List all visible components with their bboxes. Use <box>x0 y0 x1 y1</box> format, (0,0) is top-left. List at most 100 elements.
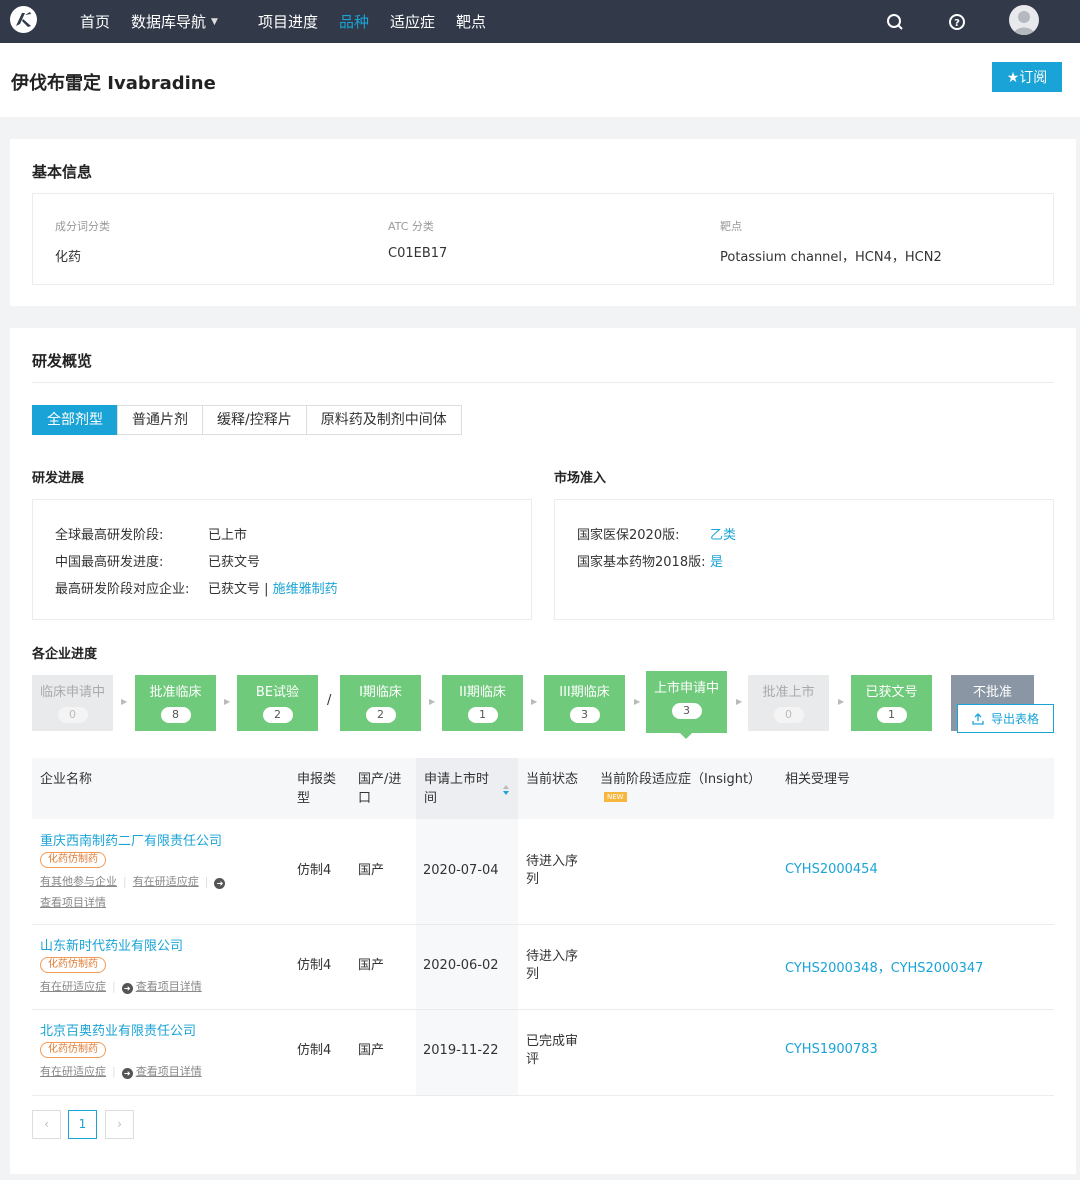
col-company: 企业名称 <box>40 772 93 787</box>
search-icon[interactable] <box>885 12 905 32</box>
stage-count: 3 <box>569 707 600 723</box>
kv-row: 全球最高研发阶段: 已上市 <box>55 524 247 543</box>
col-type: 申报类型 <box>297 772 337 806</box>
export-table-button[interactable]: 导出表格 <box>957 704 1054 733</box>
chevron-right-icon: ▶ <box>736 697 743 706</box>
cell-date: 2019-11-22 <box>423 1043 499 1058</box>
page-button[interactable]: 1 <box>68 1110 97 1139</box>
cell-type: 仿制4 <box>297 863 332 878</box>
divider <box>32 382 1054 383</box>
tab-tablet[interactable]: 普通片剂 <box>117 405 203 435</box>
stage-count: 1 <box>467 707 498 723</box>
other-companies-link[interactable]: 有其他参与企业 <box>40 875 117 888</box>
project-detail-link[interactable]: 查看项目详情 <box>136 980 202 993</box>
kv-key: 国家医保2020版: <box>577 528 680 543</box>
sort-icon[interactable] <box>502 784 510 796</box>
company-link[interactable]: 山东新时代药业有限公司 <box>40 935 183 954</box>
nav-database[interactable]: 数据库导航 ▼ <box>131 11 218 32</box>
cell-status: 待进入序列 <box>526 854 579 887</box>
kv-key: 全球最高研发阶段: <box>55 528 164 543</box>
chevron-right-icon: ▶ <box>121 697 128 706</box>
col-date[interactable]: 申请上市时间 <box>424 770 496 808</box>
info-label: 靶点 <box>720 220 742 233</box>
tab-extended-release[interactable]: 缓释/控释片 <box>202 405 307 435</box>
subscribe-button[interactable]: ★订阅 <box>992 62 1062 92</box>
tab-api-intermediate[interactable]: 原料药及制剂中间体 <box>305 405 462 435</box>
company-link[interactable]: 施维雅制药 <box>273 582 338 597</box>
stage-approval-number[interactable]: 已获文号 1 <box>851 675 932 731</box>
insurance-link[interactable]: 乙类 <box>710 524 736 543</box>
cell-regno[interactable]: CYHS2000454 <box>785 862 878 877</box>
info-field: ATC 分类 C01EB17 <box>388 218 447 261</box>
table-row: 北京百奥药业有限责任公司 化药仿制药 有在研适应症 | ➜ 查看项目详情 仿制4 国产… <box>32 1010 1054 1096</box>
export-label: 导出表格 <box>990 712 1039 726</box>
stage-marketing-application[interactable]: 上市申请中 3 <box>646 671 727 739</box>
project-detail-link[interactable]: 查看项目详情 <box>136 1065 202 1078</box>
stage-pipeline: 临床申请中 0 ▶ 批准临床 8 ▶ BE试验 2 / I期临床 2 ▶ II期… <box>32 671 1054 739</box>
page-header: 伊伐布雷定 Ivabradine <box>0 43 1080 117</box>
svg-text:?: ? <box>954 18 960 29</box>
logo-icon[interactable] <box>10 6 37 33</box>
drug-type-tag: 化药仿制药 <box>40 957 106 973</box>
user-avatar[interactable] <box>1009 5 1039 35</box>
nav-home[interactable]: 首页 <box>80 11 110 32</box>
stage-label: 不批准 <box>972 685 1012 700</box>
info-value: 化药 <box>55 250 82 265</box>
info-field: 成分词分类 化药 <box>55 218 110 265</box>
market-access-title: 市场准入 <box>554 471 607 486</box>
info-value: C01EB17 <box>388 246 448 261</box>
cell-regno[interactable]: CYHS1900783 <box>785 1042 878 1057</box>
main-menu: 首页 数据库导航 ▼ 项目进度 品种 适应症 靶点 <box>80 0 507 43</box>
stage-label: 临床申请中 <box>39 685 105 700</box>
col-origin: 国产/进口 <box>358 772 402 806</box>
nav-target[interactable]: 靶点 <box>456 11 486 32</box>
stage-phase-2[interactable]: II期临床 1 <box>442 675 523 731</box>
row-actions: 有在研适应症 | ➜ 查看项目详情 <box>40 1061 285 1082</box>
stage-be-trial[interactable]: BE试验 2 <box>237 675 318 731</box>
company-link[interactable]: 北京百奥药业有限责任公司 <box>40 1020 196 1039</box>
cell-regno[interactable]: CYHS2000348，CYHS2000347 <box>785 957 983 976</box>
cell-date: 2020-06-02 <box>423 958 499 973</box>
cell-origin: 国产 <box>358 863 385 878</box>
arrow-circle-icon: ➜ <box>214 878 226 889</box>
nav-indication[interactable]: 适应症 <box>390 11 435 32</box>
col-indication: 当前阶段适应症（Insight） <box>600 772 762 787</box>
stage-marketing-approved[interactable]: 批准上市 0 <box>748 675 829 731</box>
cell-origin: 国产 <box>358 958 385 973</box>
new-badge: NEW <box>604 792 627 802</box>
nav-variety[interactable]: 品种 <box>339 11 369 32</box>
stage-label: 上市申请中 <box>653 681 719 696</box>
separator: | <box>112 980 116 993</box>
stage-clinical-application[interactable]: 临床申请中 0 <box>32 675 113 731</box>
nav-project-progress[interactable]: 项目进度 <box>258 11 318 32</box>
stage-count: 0 <box>773 707 804 723</box>
stage-phase-1[interactable]: I期临床 2 <box>340 675 421 731</box>
prev-page-button[interactable]: ‹ <box>32 1110 61 1139</box>
essential-drug-link[interactable]: 是 <box>710 551 723 570</box>
market-access-box: 国家医保2020版: 乙类 国家基本药物2018版: 是 <box>554 499 1054 620</box>
help-icon[interactable]: ? <box>947 12 967 32</box>
indications-link[interactable]: 有在研适应症 <box>133 875 199 888</box>
kv-key: 最高研发阶段对应企业: <box>55 582 190 597</box>
kv-row: 国家基本药物2018版: 是 <box>577 551 723 570</box>
indications-link[interactable]: 有在研适应症 <box>40 1065 106 1078</box>
indications-link[interactable]: 有在研适应症 <box>40 980 106 993</box>
stage-label: 批准上市 <box>762 685 815 700</box>
stage-clinical-approved[interactable]: 批准临床 8 <box>135 675 216 731</box>
next-page-button[interactable]: › <box>105 1110 134 1139</box>
tab-all-dosage[interactable]: 全部剂型 <box>32 405 118 435</box>
kv-value: 已上市 <box>208 528 248 543</box>
kv-row: 国家医保2020版: 乙类 <box>577 524 736 543</box>
stage-count: 2 <box>262 707 293 723</box>
stage-phase-3[interactable]: III期临床 3 <box>544 675 625 731</box>
nav-label: 首页 <box>80 13 111 31</box>
project-detail-link[interactable]: 查看项目详情 <box>40 896 106 909</box>
dosage-tabs: 全部剂型 普通片剂 缓释/控释片 原料药及制剂中间体 <box>32 405 462 435</box>
chevron-right-icon: ▶ <box>838 697 845 706</box>
nav-label: 靶点 <box>456 13 487 31</box>
cell-status: 已完成审评 <box>526 1034 579 1067</box>
cell-type: 仿制4 <box>297 1043 332 1058</box>
nav-label: 品种 <box>338 13 369 31</box>
info-field: 靶点 Potassium channel，HCN4，HCN2 <box>720 218 942 265</box>
company-link[interactable]: 重庆西南制药二厂有限责任公司 <box>40 830 222 849</box>
